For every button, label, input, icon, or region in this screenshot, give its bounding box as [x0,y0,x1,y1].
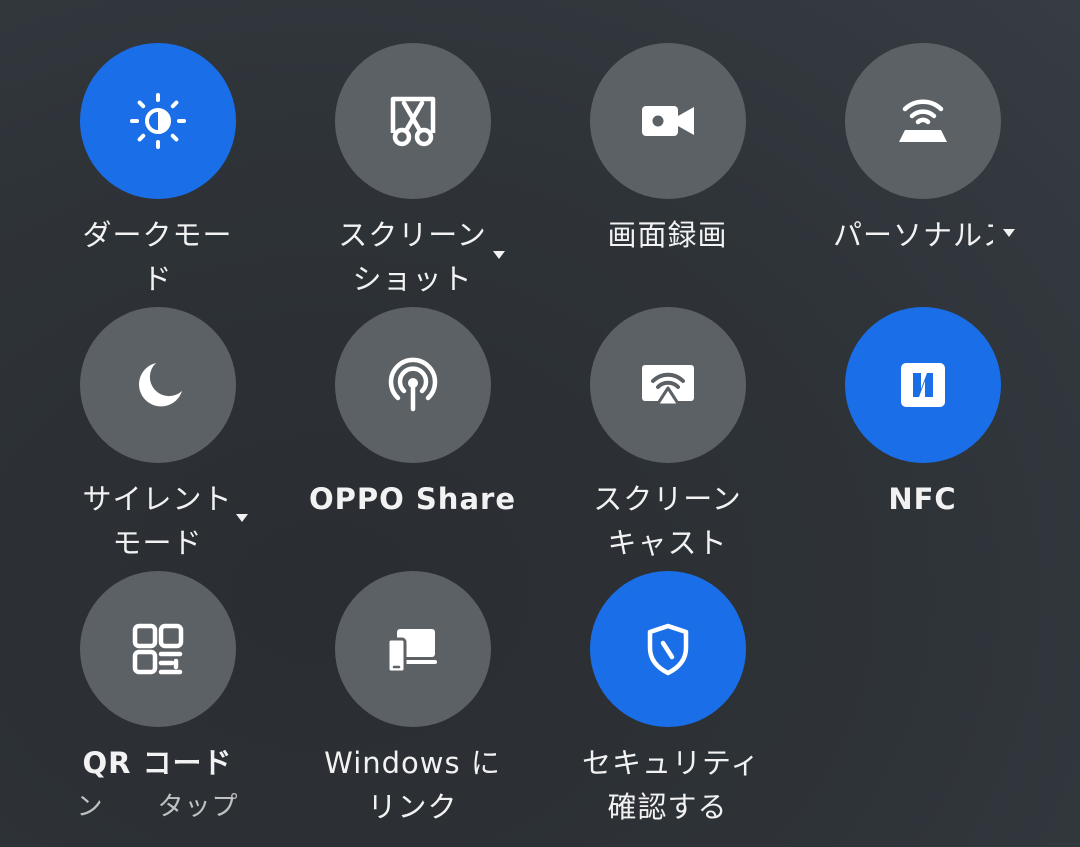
label-line-2: モード [112,526,203,560]
label-line-1: ダークモー [82,218,233,252]
tile-label: セキュリティ 確認する [540,741,795,829]
oppo-share-toggle[interactable] [334,307,491,463]
expand-caret-icon[interactable] [236,514,248,522]
tile-label: QR コード ン タップ [30,741,285,829]
security-shield-icon [636,617,700,681]
security-check-toggle[interactable] [589,571,746,727]
tile-label: Windows に リンク [285,741,540,829]
tile-label: ダークモー ド [30,213,285,301]
label-line-1: QR コード [82,746,233,780]
label-line-2: リンク [367,790,458,824]
screen-cast-icon [636,353,700,417]
tile-label: NFC [795,477,1050,521]
expand-caret-icon[interactable] [1003,229,1015,237]
screenshot-toggle[interactable] [334,43,491,199]
tile-label: スクリーン キャスト [540,477,795,565]
link-to-windows-toggle[interactable] [334,571,491,727]
tile-oppo-share[interactable]: OPPO Share [285,307,540,572]
label-line-1: セキュリティ [582,746,758,780]
tile-screen-cast[interactable]: スクリーン キャスト [540,307,795,572]
label-line-2: キャスト [607,526,728,560]
tile-label: 画面録画 [540,213,795,257]
personal-hotspot-icon [891,89,955,153]
label-line-1: スクリーン [593,482,742,516]
silent-mode-toggle[interactable] [79,307,236,463]
tile-personal-hotspot[interactable]: パーソナルス [795,43,1050,308]
broadcast-antenna-icon [381,353,445,417]
label-line-2: ン タップ [76,792,239,822]
qr-code-toggle[interactable] [79,571,236,727]
tile-screen-recording[interactable]: 画面録画 [540,43,795,308]
screenshot-scissors-icon [381,89,445,153]
label-line-2: ド [142,262,173,296]
label-line-1: OPPO Share [309,482,516,516]
qr-code-icon [126,617,190,681]
tile-qr-code[interactable]: QR コード ン タップ [30,571,285,836]
nfc-toggle[interactable] [844,307,1001,463]
nfc-icon [891,353,955,417]
tile-silent-mode[interactable]: サイレント モード [30,307,285,572]
tile-link-to-windows[interactable]: Windows に リンク [285,571,540,836]
label-line-1: Windows に [324,746,501,780]
video-camera-icon [636,89,700,153]
screen-cast-toggle[interactable] [589,307,746,463]
tile-security-check[interactable]: セキュリティ 確認する [540,571,795,836]
moon-icon [126,353,190,417]
label-line-1: 画面録画 [607,218,728,252]
tile-label: OPPO Share [285,477,540,521]
dark-mode-toggle[interactable] [79,43,236,199]
brightness-half-icon [126,89,190,153]
link-to-windows-icon [381,617,445,681]
tile-nfc[interactable]: NFC [795,307,1050,572]
tile-screenshot[interactable]: スクリーン ショット [285,43,540,308]
screen-recording-toggle[interactable] [589,43,746,199]
label-line-1: パーソナルス [833,218,993,252]
tile-dark-mode[interactable]: ダークモー ド [30,43,285,308]
label-line-2: ショット [352,262,473,296]
label-line-1: NFC [888,482,957,516]
label-line-2: 確認する [607,790,728,824]
expand-caret-icon[interactable] [493,251,505,259]
personal-hotspot-toggle[interactable] [844,43,1001,199]
